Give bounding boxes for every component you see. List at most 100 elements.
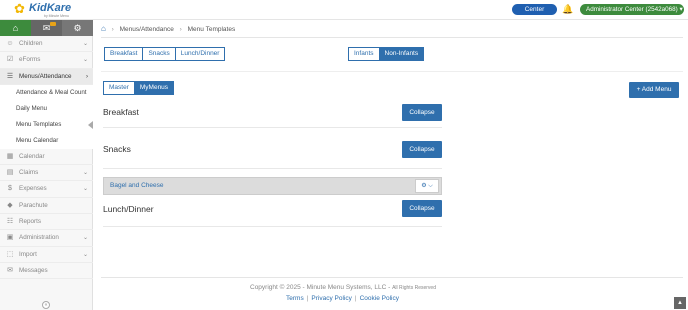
divider — [103, 168, 442, 169]
chevron-down-icon: ⌄ — [82, 170, 88, 177]
breadcrumb: ⌂ › Menus/Attendance › Menu Templates — [101, 23, 235, 35]
sidebar-item-label: Children — [19, 40, 43, 47]
sidebar: ⌂ ✉ ⚙ ☺ Children ⌄ ☑ eForms ⌄ ☰ Menus/At… — [0, 20, 93, 310]
center-button[interactable]: Center — [512, 4, 557, 15]
sidebar-item-messages[interactable]: ✉ Messages — [0, 263, 93, 280]
chevron-down-icon: ⌄ — [82, 41, 88, 47]
footer-divider — [101, 277, 683, 278]
sidebar-item-label: Messages — [19, 266, 48, 274]
sidebar-item-parachute[interactable]: ◆ Parachute — [0, 198, 93, 215]
chevron-down-icon: ⌄ — [82, 251, 88, 258]
menus-icon: ☰ — [6, 72, 14, 80]
breakfast-collapse-button[interactable]: Collapse — [402, 104, 442, 121]
chevron-right-icon: › — [86, 73, 88, 80]
divider — [103, 127, 442, 128]
sidebar-item-label: Import — [19, 250, 37, 258]
sidebar-item-label: Calendar — [19, 152, 45, 160]
administration-icon: ▣ — [6, 234, 14, 242]
scroll-to-top-icon[interactable]: ▲ — [674, 297, 686, 309]
sidebar-item-import[interactable]: ⬚ Import ⌄ — [0, 247, 93, 263]
tab-master[interactable]: Master — [103, 81, 135, 95]
lunch-dinner-collapse-button[interactable]: Collapse — [402, 200, 442, 217]
mail-icon[interactable]: ✉ — [31, 20, 62, 36]
sidebar-subitem-attendance[interactable]: Attendance & Meal Count — [0, 84, 93, 101]
footer-separator: | — [354, 295, 357, 302]
sidebar-item-claims[interactable]: ▤ Claims ⌄ — [0, 165, 93, 182]
kidkare-logo[interactable]: ✿ KidKare by Minute Menu — [14, 1, 94, 19]
sidebar-item-label: Reports — [19, 218, 42, 226]
section-title-lunch-dinner: Lunch/Dinner — [103, 204, 154, 214]
add-menu-button[interactable]: + Add Menu — [629, 82, 679, 98]
dollar-icon: $ — [8, 185, 12, 193]
footer-links: Terms | Privacy Policy | Cookie Policy — [286, 295, 399, 302]
sidebar-item-expenses[interactable]: $ Expenses ⌄ — [0, 181, 93, 198]
sidebar-nav: ☺ Children ⌄ ☑ eForms ⌄ ☰ Menus/Attendan… — [0, 36, 93, 280]
collapse-sidebar-icon[interactable]: « — [42, 301, 50, 309]
sidebar-item-calendar[interactable]: ▦ Calendar — [0, 149, 93, 166]
sidebar-subitem-menu-calendar[interactable]: Menu Calendar — [0, 132, 93, 149]
cookie-policy-link[interactable]: Cookie Policy — [360, 295, 399, 302]
bell-icon[interactable]: 🔔 — [562, 3, 573, 15]
parachute-icon: ◆ — [7, 201, 13, 209]
chevron-down-icon: ⌄ — [82, 57, 88, 64]
chevron-down-icon: ⌄ — [82, 186, 88, 193]
tab-lunch-dinner[interactable]: Lunch/Dinner — [174, 47, 226, 61]
sidebar-item-administration[interactable]: ▣ Administration ⌄ — [0, 230, 93, 247]
menu-source-tabs: Master MyMenus — [103, 81, 175, 95]
claims-icon: ▤ — [6, 169, 14, 177]
sidebar-item-label: Parachute — [19, 201, 48, 209]
breadcrumb-menus-attendance[interactable]: Menus/Attendance — [120, 26, 174, 33]
home-icon[interactable]: ⌂ — [0, 20, 31, 36]
terms-link[interactable]: Terms — [286, 295, 304, 302]
sidebar-item-reports[interactable]: ☷ Reports — [0, 214, 93, 231]
copyright-text: Copyright © 2025 - Minute Menu Systems, … — [250, 284, 436, 291]
home-icon[interactable]: ⌂ — [101, 24, 106, 33]
sidebar-item-label: Menus/Attendance — [19, 72, 72, 80]
divider — [103, 226, 442, 227]
admin-center-dropdown[interactable]: Administrator Center (2542a068) ▾ — [580, 4, 684, 15]
eforms-icon: ☑ — [6, 56, 14, 64]
footer-separator: | — [306, 295, 309, 302]
messages-icon: ✉ — [7, 266, 13, 274]
age-group-tabs: Infants Non-Infants — [348, 47, 425, 61]
tab-snacks[interactable]: Snacks — [142, 47, 176, 61]
menu-list-item[interactable]: Bagel and Cheese ⚙ ⌵ — [103, 177, 442, 195]
calendar-icon: ▦ — [6, 152, 14, 160]
menu-item-name[interactable]: Bagel and Cheese — [110, 178, 164, 194]
meal-type-tabs: Breakfast Snacks Lunch/Dinner — [104, 47, 226, 61]
mail-badge — [50, 22, 56, 26]
chevron-down-icon: ⌄ — [82, 235, 88, 242]
top-bar: ✿ KidKare by Minute Menu Center 🔔 Admini… — [0, 0, 688, 20]
sidebar-item-menus-attendance[interactable]: ☰ Menus/Attendance › — [0, 68, 93, 85]
reports-icon: ☷ — [6, 218, 14, 226]
sidebar-item-label: eForms — [19, 56, 41, 64]
gear-icon[interactable]: ⚙ — [62, 20, 93, 36]
divider — [101, 71, 683, 72]
sidebar-item-eforms[interactable]: ☑ eForms ⌄ — [0, 52, 93, 69]
breadcrumb-separator: › — [179, 26, 182, 33]
logo-subtext: by Minute Menu — [44, 14, 69, 18]
logo-text: KidKare — [29, 2, 72, 14]
gear-dropdown-icon[interactable]: ⚙ ⌵ — [415, 179, 439, 193]
copyright-main: Copyright © 2025 - Minute Menu Systems, … — [250, 284, 391, 291]
snacks-collapse-button[interactable]: Collapse — [402, 141, 442, 158]
sidebar-top-icons: ⌂ ✉ ⚙ — [0, 20, 93, 36]
tab-infants[interactable]: Infants — [348, 47, 380, 61]
sidebar-item-label: Expenses — [19, 185, 47, 193]
sidebar-item-label: Claims — [19, 169, 39, 177]
section-title-breakfast: Breakfast — [103, 107, 139, 117]
sidebar-subitem-menu-templates[interactable]: Menu Templates — [0, 116, 93, 133]
sidebar-subitem-daily-menu[interactable]: Daily Menu — [0, 100, 93, 117]
import-icon: ⬚ — [6, 250, 14, 258]
divider — [101, 37, 683, 38]
tab-breakfast[interactable]: Breakfast — [104, 47, 144, 61]
sidebar-item-label: Administration — [19, 234, 59, 242]
section-title-snacks: Snacks — [103, 144, 131, 154]
sidebar-item-children[interactable]: ☺ Children ⌄ — [0, 36, 93, 53]
tab-mymenus[interactable]: MyMenus — [133, 81, 175, 95]
breadcrumb-menu-templates: Menu Templates — [187, 26, 236, 33]
privacy-policy-link[interactable]: Privacy Policy — [311, 295, 351, 302]
logo-mark-icon: ✿ — [14, 1, 25, 16]
children-icon: ☺ — [6, 40, 14, 47]
tab-non-infants[interactable]: Non-Infants — [378, 47, 425, 61]
